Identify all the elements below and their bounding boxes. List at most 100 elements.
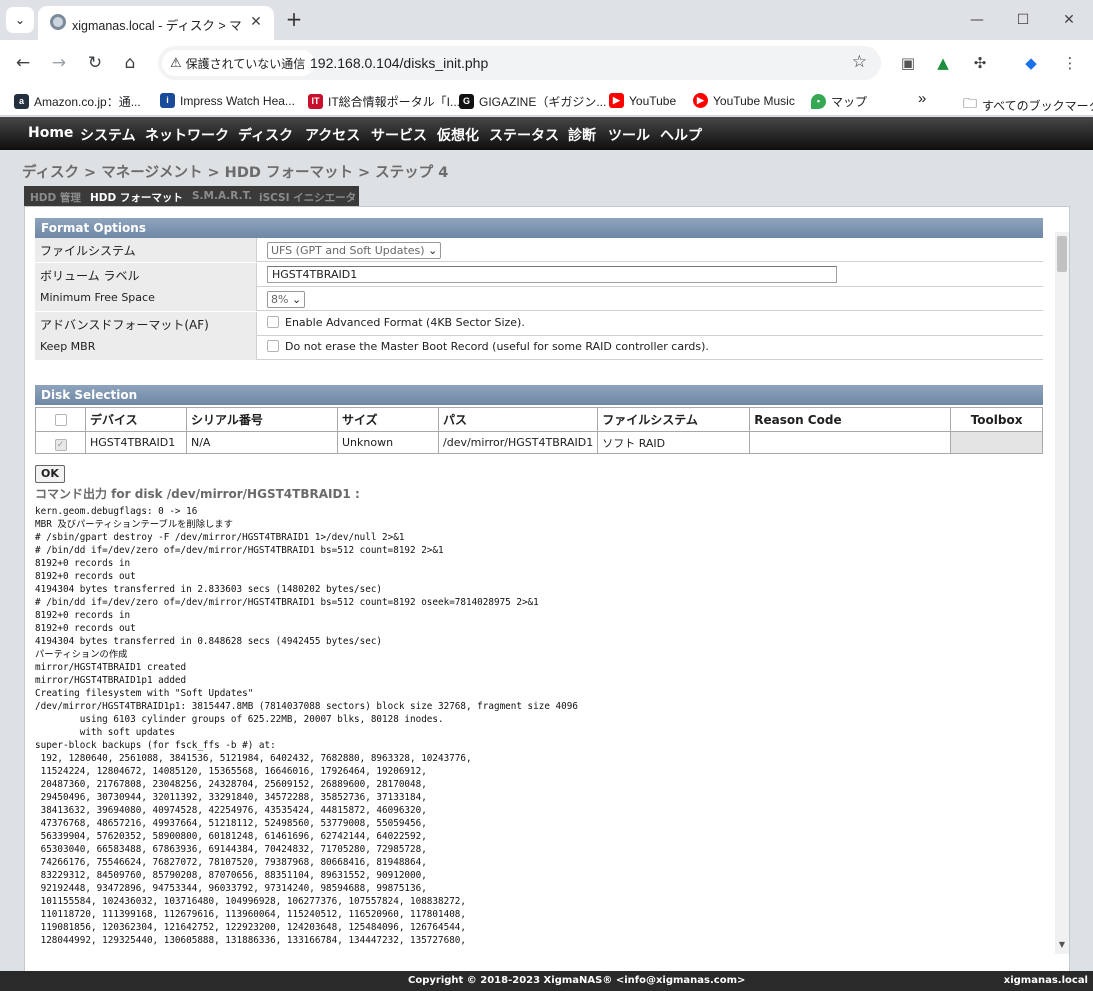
row-checkbox-checked[interactable]: ✓: [54, 438, 67, 451]
bookmarks-bar: a Amazon.co.jp：通... i Impress Watch Hea...…: [0, 86, 1093, 116]
scroll-down-arrow-icon[interactable]: ▼: [1057, 940, 1067, 950]
tab-search-button[interactable]: ⌄: [6, 7, 34, 33]
back-arrow-icon[interactable]: ←: [10, 50, 36, 76]
tab-hdd-management[interactable]: HDD 管理: [30, 190, 81, 205]
bookmark-impress[interactable]: i Impress Watch Hea...: [160, 93, 295, 108]
tab-iscsi-initiator[interactable]: iSCSI イニシエータ: [259, 190, 356, 205]
menu-disks[interactable]: ディスク: [238, 125, 293, 145]
reload-icon[interactable]: ↻: [82, 50, 108, 76]
warning-icon: ⚠: [170, 55, 182, 70]
profile-icon[interactable]: ◆: [1021, 53, 1041, 73]
keep-mbr-option: Do not erase the Master Boot Record (use…: [267, 340, 709, 353]
col-toolbox: Toolbox: [950, 407, 1043, 432]
content-area: Format Options ファイルシステム UFS (GPT and Sof…: [24, 206, 1070, 978]
col-reason-code: Reason Code: [749, 407, 952, 432]
volume-label-label: ボリューム ラベル: [35, 263, 257, 287]
advanced-format-checkbox[interactable]: [267, 316, 279, 328]
browser-tab[interactable]: xigmanas.local - ディスク > マネー ✕: [38, 6, 274, 40]
advanced-format-row: アドバンスドフォーマット(AF) Enable Advanced Format …: [35, 312, 1043, 336]
maximize-icon[interactable]: ☐: [1008, 8, 1038, 32]
bookmark-star-icon[interactable]: ☆: [852, 52, 867, 72]
menu-network[interactable]: ネットワーク: [145, 125, 229, 145]
bookmark-youtube-music[interactable]: ▶ YouTube Music: [693, 93, 795, 108]
cell-filesystem: ソフト RAID: [597, 431, 751, 454]
new-tab-button[interactable]: +: [282, 8, 306, 32]
tab-title: xigmanas.local - ディスク > マネー: [72, 19, 242, 33]
keep-mbr-row: Keep MBR Do not erase the Master Boot Re…: [35, 336, 1043, 360]
format-options-header: Format Options: [35, 218, 1043, 238]
ok-button[interactable]: OK: [35, 465, 65, 483]
all-bookmarks-label: すべてのブックマーク: [982, 98, 1093, 113]
menu-system[interactable]: システム: [80, 125, 136, 145]
cast-icon[interactable]: ▣: [898, 53, 918, 73]
footer-hostname: xigmanas.local: [1003, 975, 1088, 986]
xigmanas-page: Home システム ネットワーク ディスク アクセス サービス 仮想化 ステータ…: [0, 117, 1093, 991]
menu-tools[interactable]: ツール: [608, 125, 650, 145]
menu-diagnostics[interactable]: 診断: [568, 125, 596, 145]
bookmark-label: GIGAZINE（ギガジン...: [479, 95, 607, 109]
col-serial: シリアル番号: [186, 407, 338, 432]
bookmarks-overflow-chevron-icon[interactable]: »: [918, 90, 926, 107]
min-free-space-value: 8%: [271, 293, 289, 306]
xigmanas-favicon-icon: [50, 14, 66, 30]
bookmark-maps[interactable]: • マップ: [811, 93, 867, 110]
vertical-scrollbar[interactable]: ▼: [1055, 232, 1069, 954]
scrollbar-thumb[interactable]: [1057, 236, 1067, 272]
folder-icon: 🗀: [963, 95, 977, 111]
menu-services[interactable]: サービス: [371, 125, 427, 145]
min-free-space-select[interactable]: 8% ⌄: [267, 291, 306, 308]
keep-mbr-checkbox[interactable]: [267, 340, 279, 352]
cell-device: HGST4TBRAID1: [85, 431, 187, 454]
gigazine-icon: G: [459, 94, 474, 109]
bookmark-label: YouTube: [629, 93, 677, 108]
menu-home[interactable]: Home: [28, 125, 73, 141]
menu-help[interactable]: ヘルプ: [660, 125, 702, 145]
all-bookmarks-folder[interactable]: 🗀 すべてのブックマーク: [963, 93, 1093, 117]
col-path: パス: [437, 407, 599, 432]
bookmark-label: Amazon.co.jp：通...: [34, 95, 141, 109]
home-icon[interactable]: ⌂: [117, 50, 143, 76]
extensions-icon[interactable]: ✣: [970, 53, 990, 73]
bookmark-youtube[interactable]: ▶ YouTube: [609, 93, 676, 108]
close-icon[interactable]: ✕: [246, 12, 266, 32]
youtube-music-icon: ▶: [693, 93, 708, 108]
bookmark-gigazine[interactable]: G GIGAZINE（ギガジン...: [459, 93, 606, 110]
menu-status[interactable]: ステータス: [489, 125, 559, 145]
advanced-format-label: アドバンスドフォーマット(AF): [35, 312, 257, 336]
bookmark-itmedia[interactable]: IT IT総合情報ポータル「I...: [308, 93, 460, 110]
keep-mbr-text: Do not erase the Master Boot Record (use…: [285, 340, 709, 353]
window-close-icon[interactable]: ✕: [1054, 8, 1084, 32]
tab-hdd-format[interactable]: HDD フォーマット: [90, 190, 183, 205]
chevron-down-icon: ⌄: [428, 244, 438, 257]
security-indicator[interactable]: ⚠ 保護されていない通信: [162, 50, 316, 76]
impress-icon: i: [160, 93, 175, 108]
bookmark-amazon[interactable]: a Amazon.co.jp：通...: [14, 93, 141, 110]
disk-table: デバイス シリアル番号 サイズ パス ファイルシステム Reason Code …: [35, 407, 1043, 454]
google-drive-icon[interactable]: ▲: [933, 53, 953, 73]
row-select-cell: ✓: [35, 431, 86, 454]
top-menu-bar: Home システム ネットワーク ディスク アクセス サービス 仮想化 ステータ…: [0, 117, 1093, 150]
kebab-menu-icon[interactable]: ⋮: [1060, 53, 1080, 73]
tab-smart[interactable]: S.M.A.R.T.: [192, 190, 252, 202]
address-bar[interactable]: ⚠ 保護されていない通信 192.168.0.104/disks_init.ph…: [158, 46, 881, 80]
select-all-cell: [35, 407, 86, 432]
minimize-icon[interactable]: —: [962, 8, 992, 32]
command-output-label: コマンド出力 for disk /dev/mirror/HGST4TBRAID1…: [35, 487, 360, 501]
select-all-checkbox[interactable]: [54, 413, 67, 426]
volume-label-input[interactable]: HGST4TBRAID1: [267, 266, 837, 283]
forward-arrow-icon[interactable]: →: [46, 50, 72, 76]
table-row: ✓ HGST4TBRAID1 N/A Unknown /dev/mirror/H…: [35, 431, 1043, 454]
filesystem-select[interactable]: UFS (GPT and Soft Updates) ⌄: [267, 242, 442, 259]
footer-copyright: Copyright © 2018-2023 XigmaNAS® <info@xi…: [408, 975, 746, 986]
chevron-down-icon: ⌄: [14, 13, 26, 27]
menu-access[interactable]: アクセス: [305, 125, 360, 145]
menu-virtualization[interactable]: 仮想化: [437, 125, 479, 145]
browser-tab-strip: ⌄ xigmanas.local - ディスク > マネー ✕ + — ☐ ✕: [0, 0, 1093, 40]
url-text[interactable]: 192.168.0.104/disks_init.php: [310, 55, 488, 71]
disk-selection-header: Disk Selection: [35, 385, 1043, 405]
footer: Copyright © 2018-2023 XigmaNAS® <info@xi…: [0, 971, 1093, 991]
filesystem-select-value: UFS (GPT and Soft Updates): [271, 244, 425, 257]
advanced-format-text: Enable Advanced Format (4KB Sector Size)…: [285, 316, 525, 329]
chevron-down-icon: ⌄: [291, 293, 302, 306]
min-free-space-label: Minimum Free Space: [35, 287, 257, 311]
